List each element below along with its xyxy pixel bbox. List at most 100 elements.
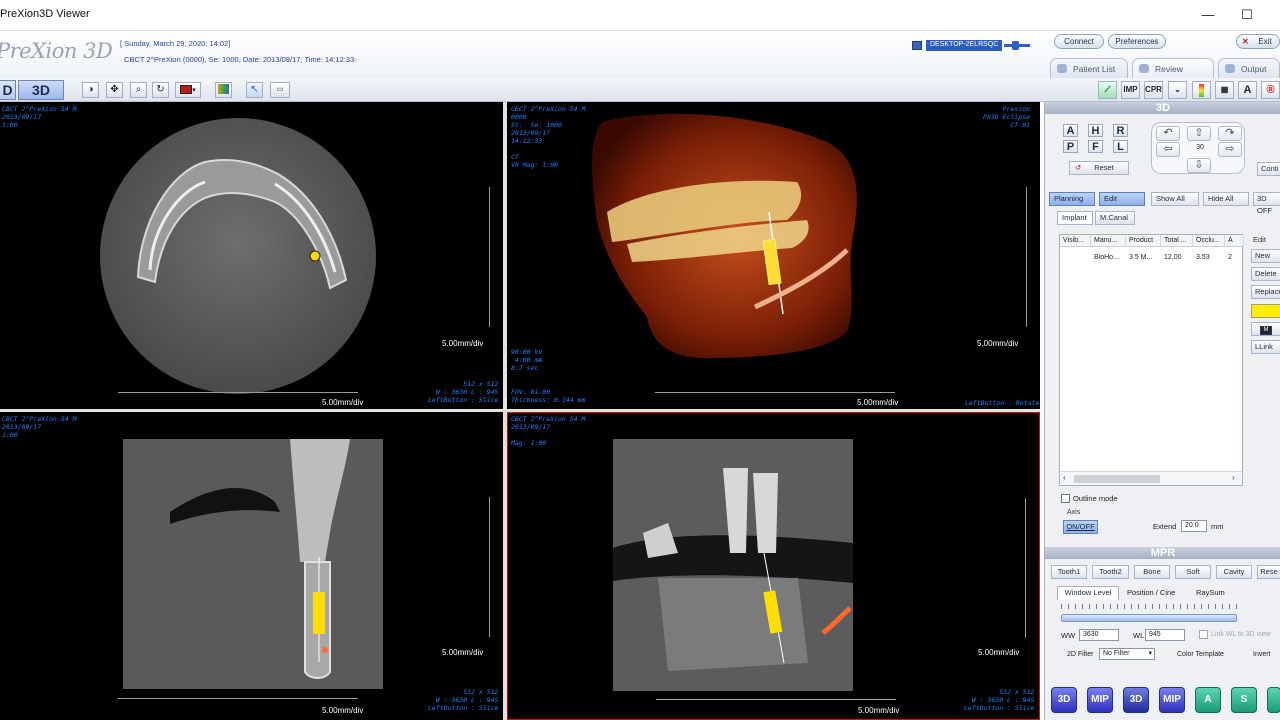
tooth-tool-icon[interactable]: ⌄ xyxy=(1168,81,1187,99)
view-head-button[interactable]: H xyxy=(1088,124,1103,137)
rotate-up-right-icon[interactable]: ↷ xyxy=(1218,126,1242,141)
view-3d-alt-button[interactable]: 3D xyxy=(1123,687,1149,713)
pointer-icon[interactable]: ↖ xyxy=(246,82,263,98)
link-button[interactable]: LLink xyxy=(1251,340,1280,354)
view-foot-button[interactable]: F xyxy=(1088,140,1103,153)
tab-implant[interactable]: Implant xyxy=(1057,211,1093,225)
rotate-left-icon[interactable]: ⇦ xyxy=(1156,142,1180,157)
preset-tooth2-button[interactable]: Tooth2 xyxy=(1092,565,1129,579)
ww-input[interactable]: 3630 xyxy=(1079,629,1119,641)
table-horizontal-scrollbar[interactable]: ‹ › xyxy=(1060,471,1242,485)
measure-icon[interactable]: ▭ xyxy=(270,82,290,98)
viewport-splitter-vertical[interactable] xyxy=(503,102,507,720)
col-manufacturer[interactable]: Manu... xyxy=(1091,235,1126,246)
col-product[interactable]: Product xyxy=(1126,235,1161,246)
continuous-button[interactable]: Conti xyxy=(1257,162,1280,176)
rotate-icon[interactable]: ↻ xyxy=(152,82,169,98)
view-right-button[interactable]: R xyxy=(1113,124,1128,137)
show-all-button[interactable]: Show All xyxy=(1151,192,1199,206)
rotate-down-icon[interactable]: ⇩ xyxy=(1187,158,1211,173)
scroll-left-icon[interactable]: ‹ xyxy=(1063,473,1066,482)
hide-all-button[interactable]: Hide All xyxy=(1203,192,1249,206)
record-icon[interactable]: ® xyxy=(1261,81,1280,99)
preferences-button[interactable]: Preferences xyxy=(1108,34,1166,49)
tab-review[interactable]: Review xyxy=(1132,58,1214,78)
exit-button[interactable]: ✕ Exit xyxy=(1236,34,1280,49)
tab-edit[interactable]: Edit xyxy=(1099,192,1145,206)
view-axial-button[interactable]: A xyxy=(1195,687,1221,713)
view-sagittal-button[interactable]: S xyxy=(1231,687,1257,713)
axis-toggle-button[interactable]: ON/OFF xyxy=(1063,520,1098,534)
invert-label[interactable]: Invert xyxy=(1253,651,1271,658)
minimize-button[interactable]: — xyxy=(1193,5,1223,25)
tab-label: Review xyxy=(1155,64,1183,74)
scroll-right-icon[interactable]: › xyxy=(1232,473,1235,482)
color-map-icon[interactable]: ▾ xyxy=(175,82,201,98)
preset-soft-button[interactable]: Soft xyxy=(1175,565,1211,579)
color-template-label[interactable]: Color Template xyxy=(1177,651,1224,658)
3d-off-button[interactable]: 3D OFF xyxy=(1253,192,1280,215)
col-a[interactable]: A xyxy=(1225,235,1244,246)
outline-mode-checkbox[interactable] xyxy=(1061,494,1070,503)
panoramic-viewport[interactable]: CBCT 2^PreXion 54 M 2013/09/17 Mag: 1:00… xyxy=(507,412,1040,720)
preset-reset-button[interactable]: Rese xyxy=(1257,565,1280,579)
pan-icon[interactable]: ✥ xyxy=(106,82,123,98)
wl-input[interactable]: 945 xyxy=(1145,629,1185,641)
preset-bone-button[interactable]: Bone xyxy=(1134,565,1170,579)
axial-viewport[interactable]: CBCT 2^PreXion 54 M 2013/09/17 1:00 5.00… xyxy=(0,102,503,409)
extend-input[interactable]: 20.0 xyxy=(1181,520,1207,532)
view-3d-button[interactable]: 3D xyxy=(1051,687,1077,713)
rotate-up-left-icon[interactable]: ↶ xyxy=(1156,126,1180,141)
rotate-right-icon[interactable]: ⇨ xyxy=(1218,142,1242,157)
tab-mandibular-canal[interactable]: M.Canal xyxy=(1095,211,1135,225)
rotation-step[interactable]: 30 xyxy=(1189,144,1211,151)
connection-slider[interactable] xyxy=(1004,40,1031,50)
viewport-splitter-horizontal[interactable] xyxy=(0,409,1040,412)
implant-color-button[interactable] xyxy=(1251,304,1280,318)
delete-implant-button[interactable]: Delete xyxy=(1251,267,1280,281)
tab-raysum[interactable]: RaySum xyxy=(1196,588,1225,597)
maximize-button[interactable]: ☐ xyxy=(1232,5,1262,25)
col-total[interactable]: Total ... xyxy=(1161,235,1193,246)
tab-position-cine[interactable]: Position / Cine xyxy=(1127,588,1175,597)
implant-lock-icon[interactable]: M xyxy=(1251,322,1280,336)
window-level-icon[interactable]: ◑ xyxy=(82,82,99,98)
view-mip-button[interactable]: MIP xyxy=(1087,687,1113,713)
connect-button[interactable]: Connect xyxy=(1054,34,1104,49)
rotate-up-icon[interactable]: ⇧ xyxy=(1187,126,1211,141)
table-row[interactable]: ✓ BioHo... 3.5 M... 12.00 3.53 2 xyxy=(1060,251,1244,263)
tab-window-level[interactable]: Window Level xyxy=(1057,586,1119,600)
new-implant-button[interactable]: New xyxy=(1251,249,1280,263)
col-occlusal[interactable]: Occlu... xyxy=(1193,235,1225,246)
cross-section-viewport[interactable]: CBCT 2^PreXion 54 M 2013/09/17 1:00 5.00… xyxy=(0,412,503,720)
grid-layout-icon[interactable]: ▦ xyxy=(1215,81,1234,99)
reset-button[interactable]: ↺ Reset xyxy=(1069,161,1129,175)
imp-button[interactable]: IMP xyxy=(1121,81,1140,99)
col-visible[interactable]: Visib... xyxy=(1060,235,1091,246)
zoom-icon[interactable]: ⌕ xyxy=(130,82,147,98)
mode-3d-button[interactable]: 3D xyxy=(18,80,64,100)
layout-icon[interactable] xyxy=(215,82,232,98)
link-wl-checkbox[interactable] xyxy=(1199,630,1208,639)
pano-ruler-vertical xyxy=(1021,498,1026,638)
implant-tool-icon[interactable]: ⟋ xyxy=(1098,81,1117,99)
tab-output[interactable]: Output xyxy=(1218,58,1280,78)
view-mip-alt-button[interactable]: MIP xyxy=(1159,687,1185,713)
mode-2d-button[interactable]: D xyxy=(0,80,16,100)
preset-tooth1-button[interactable]: Tooth1 xyxy=(1051,565,1087,579)
preset-cavity-button[interactable]: Cavity xyxy=(1216,565,1252,579)
scrollbar-thumb[interactable] xyxy=(1074,475,1160,483)
view-anterior-button[interactable]: A xyxy=(1063,124,1078,137)
color-bar-icon[interactable] xyxy=(1192,81,1211,99)
view-posterior-button[interactable]: P xyxy=(1063,140,1078,153)
window-level-slider[interactable] xyxy=(1061,614,1237,622)
filter-select[interactable]: No Filter ▾ xyxy=(1099,648,1155,660)
cpr-button[interactable]: CPR xyxy=(1144,81,1163,99)
replace-implant-button[interactable]: Replace xyxy=(1251,285,1280,299)
tab-patient-list[interactable]: Patient List xyxy=(1050,58,1128,78)
annotation-button[interactable]: A xyxy=(1238,81,1257,99)
view-left-button[interactable]: L xyxy=(1113,140,1128,153)
tab-planning[interactable]: Planning xyxy=(1049,192,1095,206)
render-3d-viewport[interactable]: CBCT 2^PreXion 54 M 0000 St: Se: 1000 20… xyxy=(507,102,1040,409)
view-coronal-button[interactable] xyxy=(1267,687,1280,713)
